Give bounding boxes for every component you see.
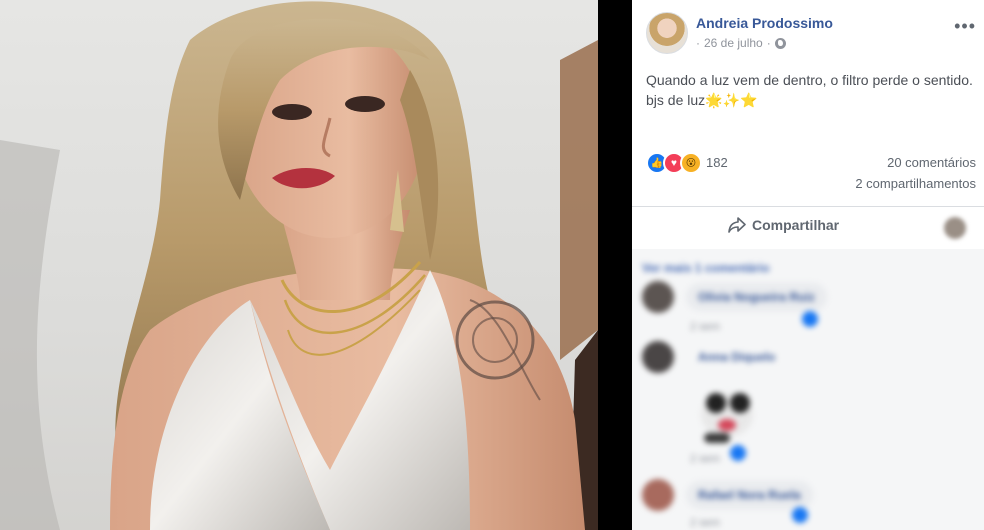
shares-count[interactable]: 2 compartilhamentos <box>855 176 976 191</box>
comment-avatar[interactable] <box>642 281 674 313</box>
meta-separator: · <box>696 36 700 50</box>
post-message: Quando a luz vem de dentro, o filtro per… <box>646 70 982 110</box>
photo-illustration <box>0 1 598 530</box>
comments-count[interactable]: 20 comentários <box>887 155 976 170</box>
photo-viewer: Andreia Prodossimo · 26 de julho · ••• Q… <box>0 0 984 530</box>
reaction-badge-icon <box>802 311 818 327</box>
comment-time[interactable]: 2 sem <box>690 321 720 333</box>
comment-item: Rafael Nora Ruela 2 sem <box>642 479 972 530</box>
comment-item: Anna Diquelo 2 sem <box>642 341 972 471</box>
comment-avatar[interactable] <box>642 479 674 511</box>
post-header: Andreia Prodossimo · 26 de julho · ••• <box>646 10 982 58</box>
viewer-avatar[interactable] <box>944 217 966 239</box>
post-sidebar: Andreia Prodossimo · 26 de julho · ••• Q… <box>632 0 984 530</box>
comment-author[interactable]: Rafael Nora Ruela <box>686 481 813 509</box>
comment-item: Olivia Nogueira Ruiz 2 sem <box>642 281 972 341</box>
reaction-icons[interactable]: 👍 ♥ 😮 <box>646 152 702 174</box>
share-label: Compartilhar <box>752 217 840 233</box>
comment-time[interactable]: 2 sem <box>690 453 720 465</box>
comment-time[interactable]: 2 sem <box>690 517 720 529</box>
comment-avatar[interactable] <box>642 341 674 373</box>
wow-icon: 😮 <box>680 152 702 174</box>
sticker-image[interactable] <box>694 381 760 445</box>
reactions-summary: 👍 ♥ 😮 182 20 comentários 2 compartilhame… <box>646 150 976 191</box>
post-photo[interactable] <box>0 0 598 530</box>
author-name[interactable]: Andreia Prodossimo <box>696 15 833 31</box>
reaction-count[interactable]: 182 <box>706 155 728 170</box>
post-text-line: Quando a luz vem de dentro, o filtro per… <box>646 72 973 88</box>
meta-separator: · <box>766 36 771 50</box>
comment-author[interactable]: Anna Diquelo <box>686 343 787 371</box>
view-more-comments[interactable]: Ver mais 1 comentário <box>642 261 769 275</box>
share-arrow-icon <box>728 217 746 233</box>
reaction-badge-icon <box>792 507 808 523</box>
author-avatar[interactable] <box>646 12 688 54</box>
comments-section: Ver mais 1 comentário Olivia Nogueira Ru… <box>632 249 984 530</box>
more-horizontal-icon[interactable]: ••• <box>954 16 976 37</box>
share-button[interactable]: Compartilhar <box>728 217 839 233</box>
reaction-badge-icon <box>730 445 746 461</box>
post-date[interactable]: 26 de julho <box>704 36 763 50</box>
action-bar: Compartilhar <box>632 206 984 250</box>
globe-icon[interactable] <box>774 37 786 49</box>
post-meta: · 26 de julho · <box>696 36 786 50</box>
photo-divider <box>598 0 632 530</box>
comment-author[interactable]: Olivia Nogueira Ruiz <box>686 283 827 311</box>
post-text-line: bjs de luz🌟✨⭐ <box>646 92 758 108</box>
